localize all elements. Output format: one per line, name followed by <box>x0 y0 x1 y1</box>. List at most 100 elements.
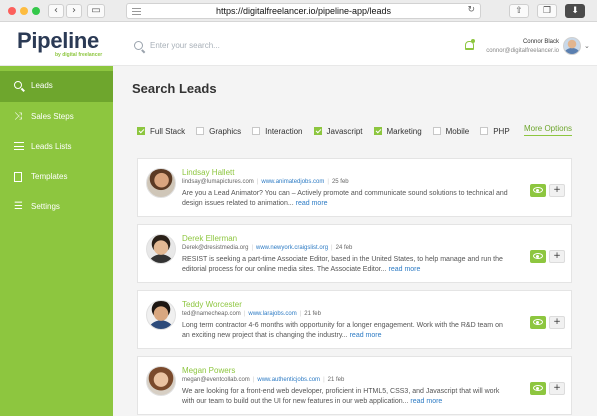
maximize-window-button[interactable] <box>32 7 40 15</box>
download-icon[interactable]: ⬇ <box>565 4 585 18</box>
read-more-link[interactable]: read more <box>296 200 328 207</box>
sidebar-item-label: Settings <box>31 202 60 211</box>
lead-card: Lindsay Hallett lindsay@lumapictures.com… <box>137 158 572 217</box>
share-icon[interactable]: ⇧ <box>509 4 529 18</box>
sidebar-item-settings[interactable]: ☰ Settings <box>0 192 113 223</box>
lead-card: Teddy Worcester ted@namecheap.com | www.la… <box>137 290 572 349</box>
read-more-link[interactable]: read more <box>350 332 382 339</box>
filter-label: Graphics <box>209 126 242 136</box>
add-lead-button[interactable]: + <box>549 382 565 395</box>
chevron-down-icon[interactable]: ⌄ <box>584 42 590 50</box>
lead-name[interactable]: Megan Powers <box>182 366 235 375</box>
app-logo[interactable]: Pipeline <box>17 28 99 54</box>
filter-php[interactable]: PHP <box>480 127 510 136</box>
lead-meta: Derek@dresistmedia.org | www.newyork.craig… <box>182 245 353 251</box>
checkbox[interactable] <box>480 127 489 135</box>
filter-label: Mobile <box>445 126 470 136</box>
search-icon <box>14 81 22 89</box>
eye-icon <box>533 319 543 325</box>
reload-icon[interactable]: ↻ <box>467 5 475 15</box>
lead-description: We are looking for a front-end web devel… <box>182 387 512 406</box>
add-lead-button[interactable]: + <box>549 250 565 263</box>
sidebar-item-leads[interactable]: Leads <box>0 71 113 102</box>
user-name: Connor Black <box>522 39 559 45</box>
filter-graphics[interactable]: Graphics <box>196 127 241 136</box>
filter-label: Marketing <box>386 126 422 136</box>
url-text[interactable]: https://digitalfreelancer.io/pipeline-ap… <box>127 6 480 16</box>
lead-site-link[interactable]: www.newyork.craigslist.org <box>256 245 328 251</box>
checkbox-checked[interactable] <box>137 127 145 135</box>
eye-icon <box>533 187 543 193</box>
view-lead-button[interactable] <box>530 316 546 329</box>
app-header: Pipeline by digital freelancer Connor Bl… <box>0 22 597 66</box>
main-content: Search Leads Full Stack Graphics Interac… <box>113 66 597 416</box>
eye-icon <box>533 253 543 259</box>
tabs-icon[interactable]: ❐ <box>537 4 557 18</box>
lead-site-link[interactable]: www.larajobs.com <box>248 311 296 317</box>
filter-marketing[interactable]: Marketing <box>373 126 422 136</box>
lead-name[interactable]: Lindsay Hallett <box>182 168 234 177</box>
checkbox[interactable] <box>252 127 261 135</box>
lead-description-text: RESIST is seeking a part-time Associate … <box>182 256 503 273</box>
search-input[interactable] <box>150 38 380 52</box>
checkbox-checked[interactable] <box>313 127 322 135</box>
lead-email[interactable]: Derek@dresistmedia.org <box>182 245 248 251</box>
filter-full-stack[interactable]: Full Stack <box>137 127 185 136</box>
sidebar-item-templates[interactable]: Templates <box>0 162 113 193</box>
view-lead-button[interactable] <box>530 184 546 197</box>
sidebar-item-label: Templates <box>31 172 68 181</box>
add-lead-button[interactable]: + <box>549 184 565 197</box>
checkbox[interactable] <box>196 127 205 135</box>
filter-mobile[interactable]: Mobile <box>432 126 470 136</box>
user-avatar[interactable] <box>563 37 581 55</box>
forward-button[interactable]: › <box>66 4 82 18</box>
lead-description-text: We are looking for a front-end web devel… <box>182 388 500 405</box>
lead-site-link[interactable]: www.authenticjobs.com <box>257 377 320 383</box>
notification-dot <box>471 39 475 43</box>
lead-avatar <box>146 234 176 264</box>
lead-meta: megan@eventcollab.com | www.authenticjobs.… <box>182 377 345 383</box>
lead-description: Long term contractor 4-6 months with opp… <box>182 321 512 340</box>
back-button[interactable]: ‹ <box>48 4 64 18</box>
sidebar-item-label: Leads Lists <box>31 142 72 151</box>
lead-description-text: Are you a Lead Animator? You can – Activ… <box>182 190 508 207</box>
lead-email[interactable]: lindsay@lumapictures.com <box>182 179 254 185</box>
lead-email[interactable]: ted@namecheap.com <box>182 311 241 317</box>
address-bar[interactable]: https://digitalfreelancer.io/pipeline-ap… <box>126 3 481 19</box>
sidebar: Leads ⤨ Sales Steps Leads Lists Template… <box>0 66 113 416</box>
sidebar-item-leads-lists[interactable]: Leads Lists <box>0 132 113 163</box>
lead-site-link[interactable]: www.animatedjobs.com <box>261 179 324 185</box>
lead-date: 25 feb <box>331 179 349 185</box>
read-more-link[interactable]: read more <box>410 398 442 405</box>
lead-date: 21 feb <box>327 377 345 383</box>
shuffle-icon: ⤨ <box>14 111 22 122</box>
filter-javascript[interactable]: Javascript <box>313 126 363 136</box>
filter-label: Javascript <box>326 126 363 136</box>
lead-name[interactable]: Teddy Worcester <box>182 300 242 309</box>
eye-icon <box>533 385 543 391</box>
lead-date: 21 feb <box>304 311 321 317</box>
sidebar-toggle-icon[interactable]: ▭ <box>87 4 105 18</box>
logo-subtitle: by digital freelancer <box>55 52 103 58</box>
sliders-icon: ☰ <box>14 201 23 212</box>
sidebar-item-sales-steps[interactable]: ⤨ Sales Steps <box>0 102 113 133</box>
lead-description-text: Long term contractor 4-6 months with opp… <box>182 322 503 339</box>
lead-card: Megan Powers megan@eventcollab.com | www.a… <box>137 356 572 415</box>
lead-avatar <box>146 366 176 396</box>
lead-meta: lindsay@lumapictures.com | www.animatedjob… <box>182 179 349 185</box>
lead-email[interactable]: megan@eventcollab.com <box>182 377 250 383</box>
checkbox[interactable] <box>432 127 441 135</box>
view-lead-button[interactable] <box>530 382 546 395</box>
lead-avatar <box>146 168 176 198</box>
read-more-link[interactable]: read more <box>388 266 420 273</box>
filter-label: Interaction <box>265 126 303 136</box>
add-lead-button[interactable]: + <box>549 316 565 329</box>
close-window-button[interactable] <box>8 7 16 15</box>
minimize-window-button[interactable] <box>20 7 28 15</box>
lead-name[interactable]: Derek Ellerman <box>182 234 237 243</box>
filter-interaction[interactable]: Interaction <box>252 126 303 136</box>
more-options-link[interactable]: More Options <box>524 124 573 136</box>
lead-description: Are you a Lead Animator? You can – Activ… <box>182 189 512 208</box>
checkbox-checked[interactable] <box>373 127 382 135</box>
view-lead-button[interactable] <box>530 250 546 263</box>
